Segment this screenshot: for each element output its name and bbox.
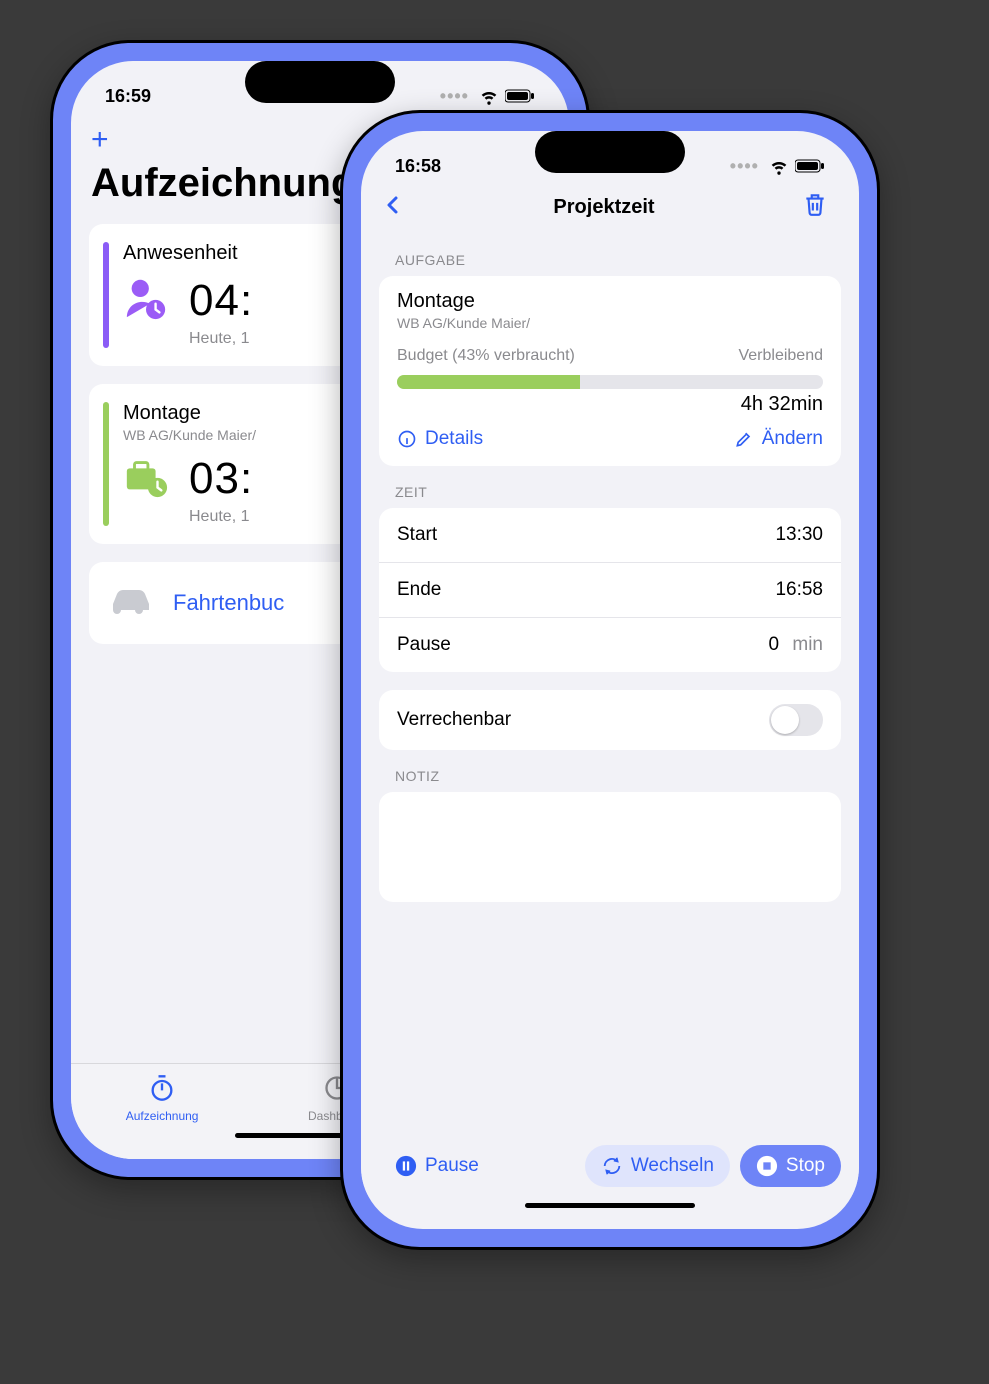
wifi-icon <box>769 156 789 176</box>
billable-row: Verrechenbar <box>379 690 841 750</box>
switch-label: Wechseln <box>631 1155 714 1177</box>
bottom-actions: Pause Wechseln Stop <box>361 1135 859 1195</box>
time-card: Start 13:30 Ende 16:58 Pause 0 min <box>379 508 841 672</box>
time-pause-unit: min <box>792 634 823 655</box>
status-time: 16:58 <box>395 156 441 177</box>
time-row-pause[interactable]: Pause 0 min <box>379 617 841 672</box>
section-label-zeit: ZEIT <box>361 466 859 508</box>
stop-icon <box>756 1155 778 1177</box>
recording-card-time: 04: <box>189 276 253 326</box>
pencil-icon <box>734 429 754 449</box>
nav-title: Projektzeit <box>415 196 793 219</box>
billable-label: Verrechenbar <box>397 709 511 731</box>
change-button[interactable]: Ändern <box>734 428 823 450</box>
info-icon <box>397 429 417 449</box>
fahrtenbuch-label: Fahrtenbuc <box>173 590 284 616</box>
briefcase-clock-icon <box>123 453 171 504</box>
trash-icon <box>802 191 828 217</box>
note-field[interactable] <box>379 792 841 902</box>
remaining-label: Verbleibend <box>738 347 823 365</box>
cellular-dots-icon: •••• <box>730 156 759 177</box>
details-label: Details <box>425 428 483 450</box>
pause-label: Pause <box>425 1155 479 1177</box>
swap-icon <box>601 1155 623 1177</box>
section-label-notiz: NOTIZ <box>361 750 859 792</box>
details-button[interactable]: Details <box>397 428 483 450</box>
person-clock-icon <box>123 275 171 326</box>
task-path: WB AG/Kunde Maier/ <box>397 315 823 331</box>
chevron-left-icon <box>381 193 405 217</box>
car-icon <box>107 586 155 620</box>
stop-button[interactable]: Stop <box>740 1145 841 1187</box>
time-pause-label: Pause <box>397 634 451 656</box>
tab-label: Aufzeichnung <box>126 1109 199 1123</box>
delete-button[interactable] <box>793 191 837 224</box>
time-start-value: 13:30 <box>775 524 823 546</box>
stop-label: Stop <box>786 1155 825 1177</box>
time-start-label: Start <box>397 524 437 546</box>
section-label-aufgabe: AUFGABE <box>361 234 859 276</box>
budget-label: Budget (43% verbraucht) <box>397 347 575 365</box>
time-pause-value: 0 <box>769 634 780 655</box>
time-row-end[interactable]: Ende 16:58 <box>379 562 841 617</box>
time-row-start[interactable]: Start 13:30 <box>379 508 841 562</box>
recording-card-time: 03: <box>189 454 253 504</box>
billable-toggle[interactable] <box>769 704 823 736</box>
pause-icon <box>395 1155 417 1177</box>
task-card: Montage WB AG/Kunde Maier/ Budget (43% v… <box>379 276 841 466</box>
time-end-value: 16:58 <box>775 579 823 601</box>
task-name: Montage <box>397 290 823 313</box>
cellular-dots-icon: •••• <box>440 86 469 107</box>
battery-icon <box>505 89 535 103</box>
time-end-label: Ende <box>397 579 441 601</box>
wifi-icon <box>479 86 499 106</box>
add-button[interactable]: + <box>91 123 109 156</box>
budget-progress <box>397 375 823 389</box>
remaining-value: 4h 32min <box>379 389 841 416</box>
change-label: Ändern <box>762 428 823 450</box>
back-button[interactable] <box>371 192 415 224</box>
battery-icon <box>795 159 825 173</box>
status-time: 16:59 <box>105 86 151 107</box>
stopwatch-icon <box>148 1074 176 1105</box>
pause-button[interactable]: Pause <box>379 1145 495 1187</box>
device-frame-front: 16:58 •••• Projektzeit <box>340 110 880 1250</box>
switch-button[interactable]: Wechseln <box>585 1145 730 1187</box>
